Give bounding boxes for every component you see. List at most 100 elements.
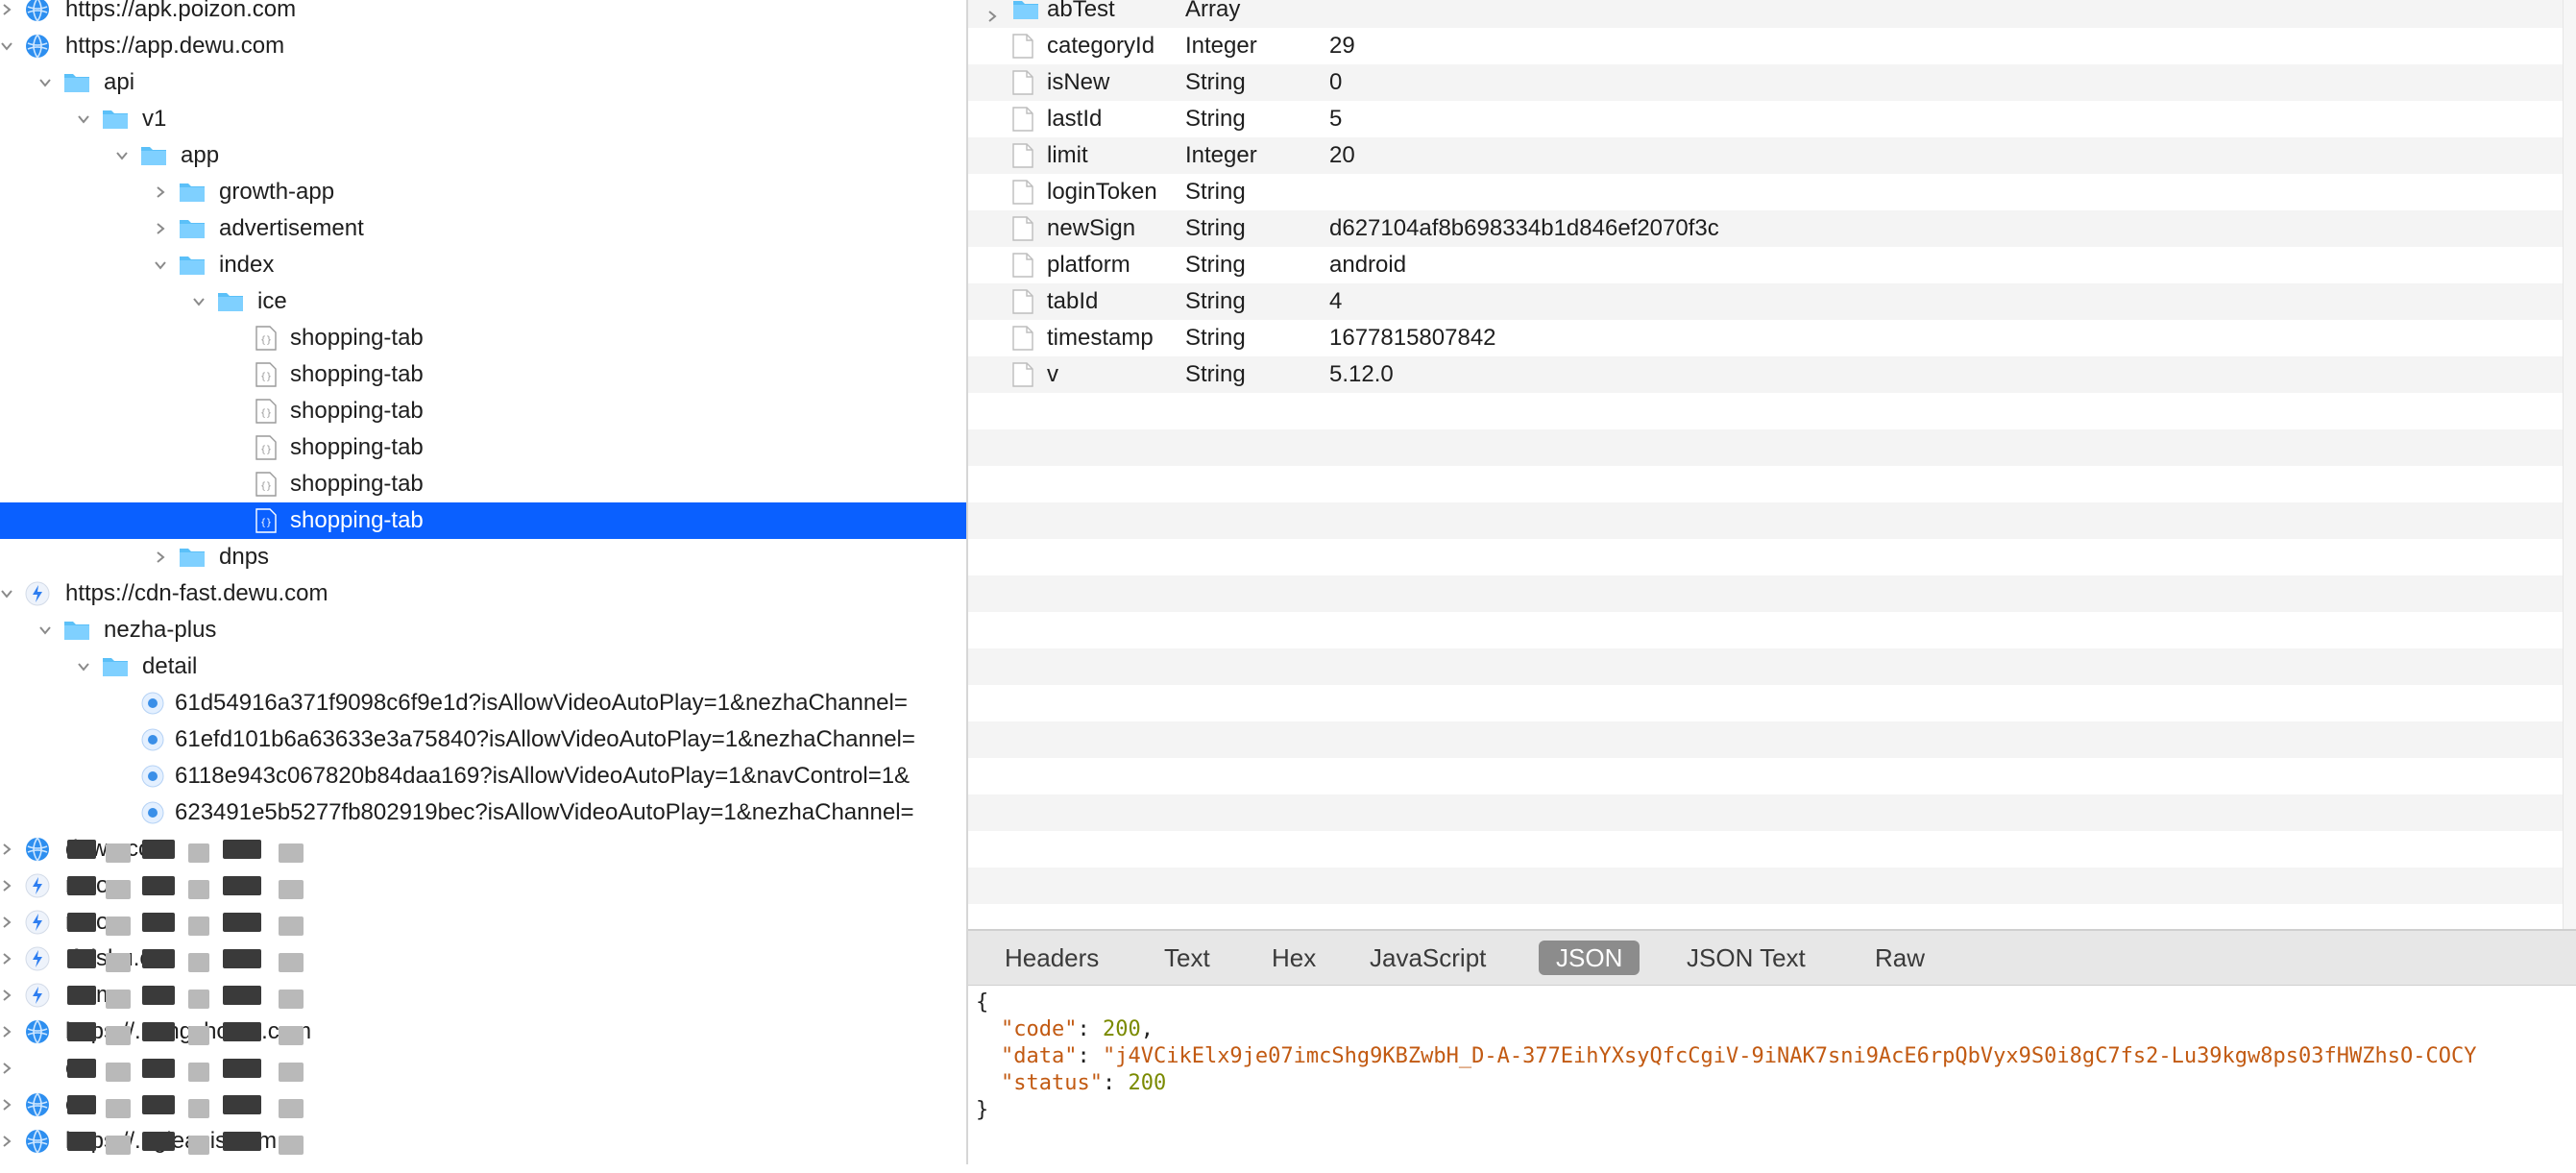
- param-row[interactable]: v String 5.12.0: [968, 356, 2563, 393]
- chevron-down-icon[interactable]: [0, 28, 19, 64]
- param-row[interactable]: newSign String d627104af8b698334b1d846ef20…: [968, 210, 2563, 247]
- tree-row[interactable]: om: [0, 1050, 966, 1087]
- param-row[interactable]: tabId String 4: [968, 283, 2563, 320]
- tree-row[interactable]: 61d54916a371f9098c6f9e1d?isAllowVideoAut…: [0, 685, 966, 721]
- structure-tree[interactable]: https://apk.poizon.com https://app.dewu.c…: [0, 0, 966, 1173]
- tree-row[interactable]: {} shopping-tab: [0, 466, 966, 502]
- tree-row[interactable]: om: [0, 1087, 966, 1123]
- json-key: "status": [1001, 1071, 1103, 1095]
- empty-row: [968, 721, 2563, 758]
- tree-row[interactable]: https://apk.poizon.com: [0, 0, 966, 28]
- folder-icon: [102, 107, 129, 132]
- param-value: 29: [1329, 33, 1355, 59]
- tab-text[interactable]: Text: [1147, 941, 1227, 975]
- redaction-mask: [142, 986, 175, 1005]
- redaction-mask: [188, 1063, 209, 1082]
- tree-row[interactable]: {} shopping-tab: [0, 502, 966, 539]
- chevron-right-icon[interactable]: [0, 1087, 19, 1123]
- chevron-right-icon[interactable]: [0, 868, 19, 904]
- param-row[interactable]: abTest Array: [968, 0, 2563, 28]
- tree-row[interactable]: 623491e5b5277fb802919bec?isAllowVideoAut…: [0, 794, 966, 831]
- tab-json-text[interactable]: JSON Text: [1669, 941, 1823, 975]
- tree-row[interactable]: dewu.com: [0, 831, 966, 868]
- redaction-mask: [142, 1059, 175, 1078]
- tree-row[interactable]: {} shopping-tab: [0, 429, 966, 466]
- chevron-right-icon[interactable]: [0, 1123, 19, 1160]
- tab-headers[interactable]: Headers: [987, 941, 1116, 975]
- param-row[interactable]: loginToken String: [968, 174, 2563, 210]
- redaction-mask: [106, 990, 131, 1009]
- tree-row[interactable]: dnps: [0, 539, 966, 575]
- tree-row[interactable]: advertisement: [0, 210, 966, 247]
- globe-icon: [25, 1092, 52, 1117]
- chevron-right-icon[interactable]: [148, 539, 173, 575]
- tree-row[interactable]: detail: [0, 648, 966, 685]
- tree-row[interactable]: growth-app: [0, 174, 966, 210]
- vertical-scrollbar[interactable]: [2563, 0, 2576, 932]
- chevron-right-icon[interactable]: [0, 941, 19, 977]
- param-row[interactable]: platform String android: [968, 247, 2563, 283]
- chevron-right-icon[interactable]: [148, 174, 173, 210]
- tree-row[interactable]: n.com: [0, 904, 966, 941]
- bolt-icon: [25, 910, 52, 935]
- param-type: Array: [1185, 0, 1241, 22]
- tree-row[interactable]: v1: [0, 101, 966, 137]
- tree-row[interactable]: 61efd101b6a63633e3a75840?isAllowVideoAut…: [0, 721, 966, 758]
- tree-row[interactable]: nezha-plus: [0, 612, 966, 648]
- chevron-right-icon[interactable]: [985, 3, 999, 30]
- chevron-right-icon[interactable]: [0, 1050, 19, 1087]
- chevron-down-icon[interactable]: [186, 283, 211, 320]
- chevron-down-icon[interactable]: [33, 64, 58, 101]
- tab-json[interactable]: JSON: [1539, 941, 1640, 975]
- tree-row[interactable]: app: [0, 137, 966, 174]
- chevron-down-icon[interactable]: [71, 648, 96, 685]
- redaction-mask: [106, 1099, 131, 1118]
- chevron-right-icon[interactable]: [148, 210, 173, 247]
- tab-raw[interactable]: Raw: [1858, 941, 1942, 975]
- chevron-right-icon[interactable]: [0, 977, 19, 1014]
- tree-row[interactable]: .feishu.cn: [0, 941, 966, 977]
- tab-hex[interactable]: Hex: [1254, 941, 1333, 975]
- empty-row: [968, 648, 2563, 685]
- tree-row[interactable]: {} shopping-tab: [0, 320, 966, 356]
- tree-row[interactable]: api: [0, 64, 966, 101]
- chevron-down-icon[interactable]: [109, 137, 134, 174]
- tree-row-label: shopping-tab: [290, 507, 424, 533]
- chevron-right-icon[interactable]: [0, 831, 19, 868]
- redaction-mask: [67, 1095, 96, 1114]
- json-file-icon: {}: [255, 362, 282, 387]
- param-row[interactable]: isNew String 0: [968, 64, 2563, 101]
- param-row[interactable]: timestamp String 1677815807842: [968, 320, 2563, 356]
- tree-row[interactable]: 6118e943c067820b84daa169?isAllowVideoAut…: [0, 758, 966, 794]
- chevron-down-icon[interactable]: [71, 101, 96, 137]
- param-row[interactable]: limit Integer 20: [968, 137, 2563, 174]
- empty-row: [968, 575, 2563, 612]
- tree-row-label: ice: [257, 288, 287, 314]
- tree-row[interactable]: ice: [0, 283, 966, 320]
- tree-row[interactable]: https://...gleapis.com: [0, 1123, 966, 1160]
- chevron-down-icon[interactable]: [148, 247, 173, 283]
- tree-row[interactable]: {} shopping-tab: [0, 356, 966, 393]
- tree-row[interactable]: {} shopping-tab: [0, 393, 966, 429]
- tree-row[interactable]: index: [0, 247, 966, 283]
- file-icon: [1012, 70, 1033, 102]
- param-row[interactable]: categoryId Integer 29: [968, 28, 2563, 64]
- chevron-right-icon[interactable]: [0, 904, 19, 941]
- tree-row[interactable]: https://...angzhou....com: [0, 1014, 966, 1050]
- tree-row[interactable]: n.com: [0, 868, 966, 904]
- tree-row[interactable]: .com: [0, 977, 966, 1014]
- chevron-down-icon[interactable]: [0, 575, 19, 612]
- tab-javascript[interactable]: JavaScript: [1352, 941, 1503, 975]
- tree-row[interactable]: https://cdn-fast.dewu.com: [0, 575, 966, 612]
- empty-row: [968, 429, 2563, 466]
- redaction-mask: [142, 949, 175, 968]
- tree-row-label: 6118e943c067820b84daa169?isAllowVideoAut…: [175, 763, 911, 789]
- chevron-right-icon[interactable]: [0, 1014, 19, 1050]
- tree-row[interactable]: https://app.dewu.com: [0, 28, 966, 64]
- param-row[interactable]: lastId String 5: [968, 101, 2563, 137]
- chevron-right-icon[interactable]: [0, 0, 19, 28]
- chevron-down-icon[interactable]: [33, 612, 58, 648]
- json-file-icon: {}: [255, 472, 282, 497]
- param-key: v: [1047, 361, 1058, 387]
- globe-icon: [25, 0, 52, 22]
